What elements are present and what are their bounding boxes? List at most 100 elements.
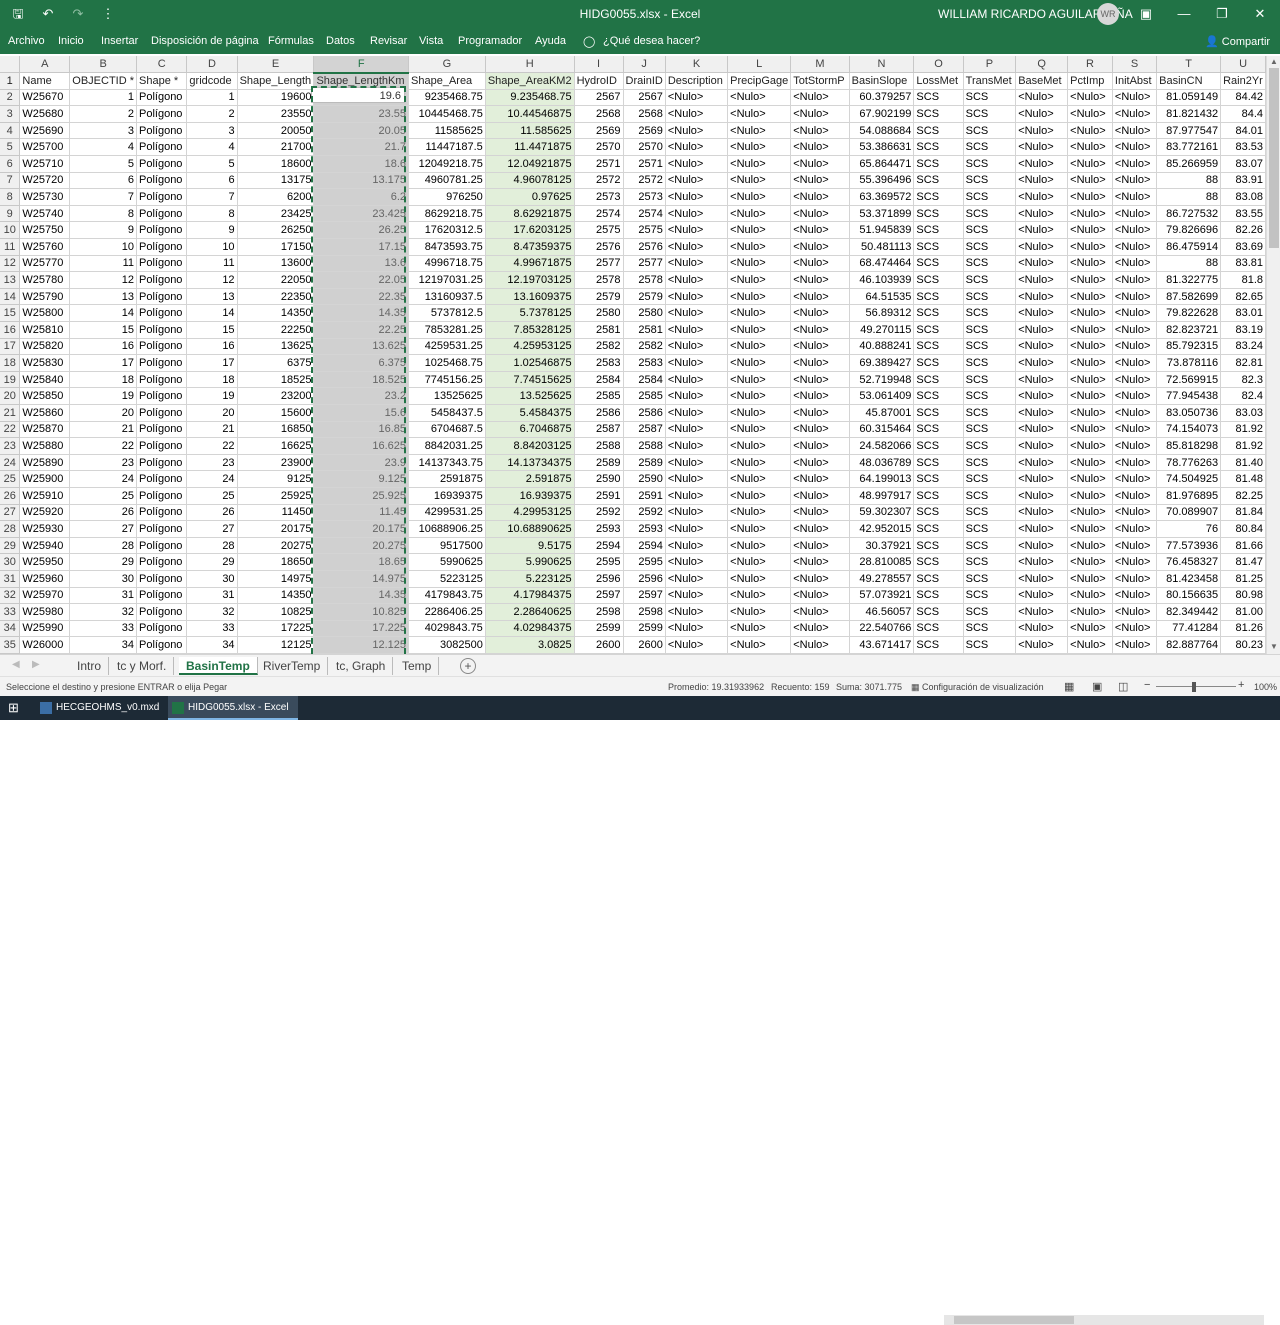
cell[interactable]: 81.00 xyxy=(1220,603,1266,621)
cell[interactable]: 8473593.75 xyxy=(408,238,486,256)
cell[interactable]: W25700 xyxy=(19,138,71,157)
cell[interactable]: <Nulo> xyxy=(1112,387,1158,405)
cell[interactable]: 13 xyxy=(186,288,238,306)
cell[interactable]: 13.1609375 xyxy=(485,288,575,306)
cell[interactable]: <Nulo> xyxy=(665,620,729,638)
cell[interactable]: SCS xyxy=(963,587,1017,605)
cell[interactable]: <Nulo> xyxy=(790,603,850,621)
cell[interactable]: <Nulo> xyxy=(1015,155,1069,173)
cell[interactable]: <Nulo> xyxy=(1015,421,1069,439)
cell[interactable]: 10 xyxy=(186,238,238,256)
cell[interactable]: 4.29953125 xyxy=(485,504,575,522)
cell[interactable]: 2587 xyxy=(574,421,624,439)
cell[interactable]: 9.235468.75 xyxy=(485,89,575,107)
cell[interactable]: 18650 xyxy=(237,553,315,571)
cell[interactable]: 5990625 xyxy=(408,553,486,571)
cell[interactable]: <Nulo> xyxy=(1067,155,1113,173)
cell[interactable]: 56.89312 xyxy=(849,304,915,322)
cell[interactable]: 4029843.75 xyxy=(408,620,486,638)
cell[interactable]: 13.625 xyxy=(313,338,410,356)
cell[interactable]: 70.089907 xyxy=(1156,504,1222,522)
cell[interactable]: 84.4 xyxy=(1220,105,1266,123)
cell[interactable]: 12.19703125 xyxy=(485,271,575,289)
cell[interactable]: <Nulo> xyxy=(1067,387,1113,405)
cell[interactable]: <Nulo> xyxy=(1067,238,1113,256)
cell[interactable]: 10.825 xyxy=(313,603,410,621)
cell[interactable]: SCS xyxy=(963,255,1017,273)
cell[interactable]: 22.35 xyxy=(313,288,410,306)
cell[interactable]: <Nulo> xyxy=(1015,520,1069,538)
cell[interactable]: <Nulo> xyxy=(1112,205,1158,223)
cell[interactable]: <Nulo> xyxy=(1015,271,1069,289)
cell[interactable]: <Nulo> xyxy=(665,271,729,289)
share-button[interactable]: 👤 Compartir xyxy=(1205,35,1270,48)
row-header[interactable]: 21 xyxy=(0,404,21,422)
cell[interactable]: 14350 xyxy=(237,304,315,322)
cell[interactable]: <Nulo> xyxy=(665,470,729,488)
cell[interactable]: 2594 xyxy=(574,537,624,555)
cell[interactable]: Polígono xyxy=(136,255,188,273)
cell[interactable]: SCS xyxy=(913,221,964,240)
cell[interactable]: 54.088684 xyxy=(849,122,915,140)
column-header[interactable]: B xyxy=(69,56,137,74)
cell[interactable]: 82.349442 xyxy=(1156,603,1222,621)
cell[interactable]: SCS xyxy=(963,105,1017,123)
cell[interactable]: 68.474464 xyxy=(849,255,915,273)
cell[interactable]: 2590 xyxy=(574,470,624,488)
cell[interactable]: SCS xyxy=(913,205,964,223)
cell[interactable]: SCS xyxy=(963,636,1017,654)
cell[interactable]: <Nulo> xyxy=(727,553,792,571)
cell[interactable]: <Nulo> xyxy=(1112,470,1158,488)
cell[interactable]: <Nulo> xyxy=(1067,255,1113,273)
cell[interactable]: 23 xyxy=(69,454,137,472)
cell[interactable]: 81.66 xyxy=(1220,537,1266,555)
cell[interactable]: SCS xyxy=(963,338,1017,356)
cell[interactable]: 2580 xyxy=(623,304,666,322)
normal-view-icon[interactable]: ▦ xyxy=(1064,680,1074,693)
cell[interactable]: 22.540766 xyxy=(849,620,915,638)
cell[interactable]: <Nulo> xyxy=(1112,603,1158,621)
cell[interactable]: <Nulo> xyxy=(665,404,729,422)
cell[interactable]: <Nulo> xyxy=(1015,454,1069,472)
cell[interactable]: <Nulo> xyxy=(727,470,792,488)
cell[interactable]: <Nulo> xyxy=(790,454,850,472)
cell[interactable]: SCS xyxy=(913,603,964,621)
cell[interactable]: 81.059149 xyxy=(1156,89,1222,107)
cell[interactable]: 60.315464 xyxy=(849,421,915,439)
cell[interactable]: W25750 xyxy=(19,221,71,240)
cell[interactable]: 85.792315 xyxy=(1156,338,1222,356)
cell[interactable]: 2577 xyxy=(574,255,624,273)
cell[interactable]: <Nulo> xyxy=(727,354,792,372)
cell[interactable]: Polígono xyxy=(136,520,188,538)
cell[interactable]: 81.322775 xyxy=(1156,271,1222,289)
vertical-scrollbar[interactable]: ▲ ▼ xyxy=(1266,56,1280,654)
cell[interactable]: <Nulo> xyxy=(1112,553,1158,571)
cell[interactable]: 5458437.5 xyxy=(408,404,486,422)
cell[interactable]: Polígono xyxy=(136,504,188,522)
cell[interactable]: 83.07 xyxy=(1220,155,1266,173)
cell[interactable]: <Nulo> xyxy=(1067,338,1113,356)
cell[interactable]: <Nulo> xyxy=(1112,188,1158,206)
cell[interactable]: 81.8 xyxy=(1220,271,1266,289)
cell[interactable]: 14 xyxy=(69,304,137,322)
cell[interactable]: 2574 xyxy=(574,205,624,223)
cell[interactable]: 78.776263 xyxy=(1156,454,1222,472)
cell[interactable]: 81.47 xyxy=(1220,553,1266,571)
cell[interactable]: W25780 xyxy=(19,271,71,289)
cell[interactable]: 2569 xyxy=(574,122,624,140)
cell[interactable]: 2588 xyxy=(574,437,624,455)
cell[interactable]: <Nulo> xyxy=(1112,304,1158,322)
cell[interactable]: 2589 xyxy=(623,454,666,472)
tab-revisar[interactable]: Revisar xyxy=(370,35,407,47)
row-header[interactable]: 5 xyxy=(0,138,21,157)
cell[interactable]: <Nulo> xyxy=(727,620,792,638)
cell[interactable]: 2595 xyxy=(623,553,666,571)
cell[interactable]: 42.952015 xyxy=(849,520,915,538)
cell[interactable]: 77.573936 xyxy=(1156,537,1222,555)
cell[interactable]: 13.525625 xyxy=(485,387,575,405)
cell[interactable]: 14.975 xyxy=(313,570,410,588)
cell[interactable]: <Nulo> xyxy=(1067,537,1113,555)
cell[interactable]: W25890 xyxy=(19,454,71,472)
page-break-icon[interactable]: ◫ xyxy=(1118,680,1128,693)
cell[interactable]: SCS xyxy=(913,321,964,339)
